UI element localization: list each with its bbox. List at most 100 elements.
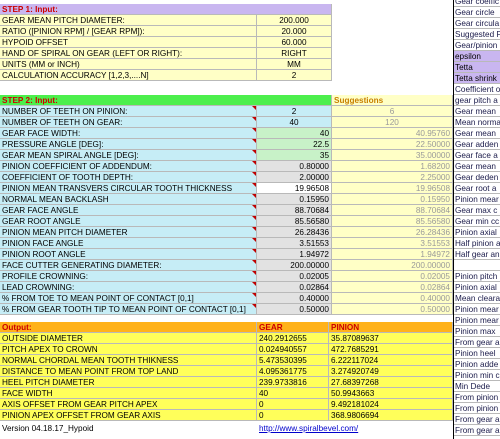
step2-value-input[interactable]: 2.00000 [257, 172, 332, 183]
output-label: PITCH APEX TO CROWN [0, 344, 257, 355]
output-label: FACE WIDTH [0, 388, 257, 399]
right-column-cell: Pinion mear [454, 304, 500, 315]
step1-value-input[interactable]: 2 [257, 70, 332, 81]
website-link[interactable]: http://www.spiralbevel.com/ [257, 423, 453, 434]
step1-value-input[interactable]: 200.000 [257, 15, 332, 26]
comment-marker-icon[interactable] [252, 216, 256, 220]
output-col-pinion: PINION [329, 322, 453, 333]
output-title: Output: [0, 322, 257, 333]
step2-label: GEAR ROOT ANGLE [0, 216, 257, 227]
comment-marker-icon[interactable] [252, 161, 256, 165]
comment-marker-icon[interactable] [252, 172, 256, 176]
right-column-cell: gear pitch a [454, 95, 500, 106]
step2-value-input[interactable]: 0.02005 [257, 271, 332, 282]
step2-label: LEAD CROWNING: [0, 282, 257, 293]
right-column-cells: Gear coeffic Gear circle Gear circula Sugge… [453, 0, 500, 439]
right-column-cell: Pinion mear [454, 315, 500, 326]
step2-value-input[interactable]: 1.94972 [257, 249, 332, 260]
step1-value-input[interactable]: 60.000 [257, 37, 332, 48]
step2-value-input[interactable]: 88.70684 [257, 205, 332, 216]
right-column-cell: Tetta shrink [454, 73, 500, 84]
right-column-cell: epsilon [454, 51, 500, 62]
right-column-cell: Tetta [454, 62, 500, 73]
right-column-cell [454, 260, 500, 271]
step2-suggestion: 40.95760 [332, 128, 453, 139]
step1-title: STEP 1: Input: [0, 4, 332, 15]
step2-value-input[interactable]: 19.96508 [257, 183, 332, 194]
comment-marker-icon[interactable] [252, 139, 256, 143]
step2-suggestion: 1.94972 [332, 249, 453, 260]
right-column-cell: Pinion heel [454, 348, 500, 359]
output-gear-value: 240.2912655 [257, 333, 329, 344]
comment-marker-icon[interactable] [252, 293, 256, 297]
step2-value-input[interactable]: 85.56580 [257, 216, 332, 227]
comment-marker-icon[interactable] [252, 150, 256, 154]
right-column-cell: Mean norma [454, 118, 500, 128]
spreadsheet: STEP 1: Input: GEAR MEAN PITCH DIAMETER:… [0, 0, 500, 439]
right-column-cell: Pinion pitch [454, 271, 500, 282]
step2-label: PINION COEFFICIENT OF ADDENDUM: [0, 161, 257, 172]
right-column-cell: Pinion axial [454, 227, 500, 238]
comment-marker-icon[interactable] [252, 282, 256, 286]
step2-suggestion: 22.50000 [332, 139, 453, 150]
step2-value-input[interactable]: 35 [257, 150, 332, 161]
step2-value-input[interactable]: 40 [257, 128, 332, 139]
comment-marker-icon[interactable] [252, 128, 256, 132]
step2-value-input[interactable]: 0.40000 [257, 293, 332, 304]
step2-label: GEAR MEAN SPIRAL ANGLE [DEG]: [0, 150, 257, 161]
output-pinion-value: 50.9943663 [329, 388, 453, 399]
output-gear-value: 0 [257, 410, 329, 421]
comment-marker-icon[interactable] [252, 194, 256, 198]
output-label: DISTANCE TO MEAN POINT FROM TOP LAND [0, 366, 257, 377]
comment-marker-icon[interactable] [252, 117, 256, 121]
comment-marker-icon[interactable] [252, 260, 256, 264]
step1-label: GEAR MEAN PITCH DIAMETER: [0, 15, 257, 26]
step2-label: % FROM GEAR TOOTH TIP TO MEAN POINT OF C… [0, 304, 257, 315]
step2-label: FACE CUTTER GENERATING DIAMETER: [0, 260, 257, 271]
comment-marker-icon[interactable] [252, 183, 256, 187]
step2-value-input[interactable]: 0.02864 [257, 282, 332, 293]
comment-marker-icon[interactable] [252, 238, 256, 242]
comment-marker-icon[interactable] [252, 227, 256, 231]
comment-marker-icon[interactable] [252, 205, 256, 209]
right-column-cell: From pinion [454, 403, 500, 414]
step2-value-input[interactable]: 200.00000 [257, 260, 332, 271]
step2-value-input[interactable]: 3.51553 [257, 238, 332, 249]
step2-suggestion: 0.02864 [332, 282, 453, 293]
step2-label: NUMBER OF TEETH ON GEAR: [0, 117, 257, 128]
step2-suggestion: 200.00000 [332, 260, 453, 271]
right-column-cell: Gear mean [454, 128, 500, 139]
step2-value-input[interactable]: 40 [257, 117, 332, 128]
step1-label: UNITS (MM or INCH) [0, 59, 257, 70]
comment-marker-icon[interactable] [252, 106, 256, 110]
step2-suggestion: 0.50000 [332, 304, 453, 315]
comment-marker-icon[interactable] [252, 271, 256, 275]
step2-label: PINION ROOT ANGLE [0, 249, 257, 260]
right-column-cell: Gear max c [454, 205, 500, 216]
output-pinion-value: 9.492181024 [329, 399, 453, 410]
step2-suggestion: 26.28436 [332, 227, 453, 238]
step2-value-input[interactable]: 0.50000 [257, 304, 332, 315]
step2-suggestion: 19.96508 [332, 183, 453, 194]
step2-value-input[interactable]: 22.5 [257, 139, 332, 150]
step1-value-input[interactable]: RIGHT [257, 48, 332, 59]
step1-label: HAND OF SPIRAL ON GEAR (LEFT OR RIGHT): [0, 48, 257, 59]
right-column-cell: Mean cleara [454, 294, 500, 304]
step2-value-input[interactable]: 2 [257, 106, 332, 117]
right-column-cell: Gear mean [454, 161, 500, 172]
step2-suggestion: 1.68200 [332, 161, 453, 172]
right-column-cell: Gear coeffic [454, 0, 500, 7]
step2-value-input[interactable]: 0.15950 [257, 194, 332, 205]
output-col-gear: GEAR [257, 322, 329, 333]
output-pinion-value: 368.9806694 [329, 410, 453, 421]
output-gear-value: 0 [257, 399, 329, 410]
comment-marker-icon[interactable] [252, 249, 256, 253]
output-pinion-value: 35.87089637 [329, 333, 453, 344]
output-gear-value: 0.024940557 [257, 344, 329, 355]
step2-value-input[interactable]: 26.28436 [257, 227, 332, 238]
step2-value-input[interactable]: 0.80000 [257, 161, 332, 172]
step1-label: CALCULATION ACCURACY [1,2,3,....N] [0, 70, 257, 81]
step1-value-input[interactable]: 20.000 [257, 26, 332, 37]
comment-marker-icon[interactable] [252, 304, 256, 308]
step1-value-input[interactable]: MM [257, 59, 332, 70]
